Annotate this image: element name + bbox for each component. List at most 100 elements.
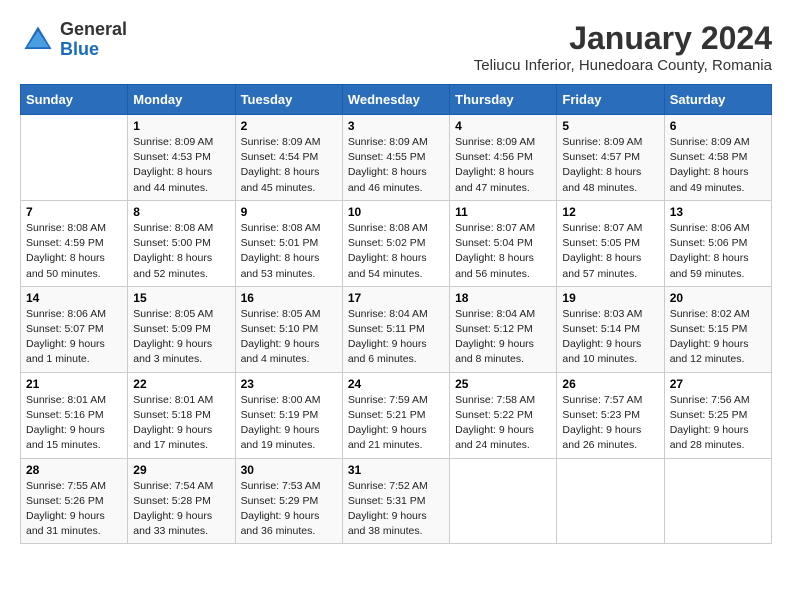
day-number: 31 (348, 463, 444, 477)
day-info: Sunrise: 8:04 AMSunset: 5:12 PMDaylight:… (455, 307, 551, 368)
day-info: Sunrise: 8:09 AMSunset: 4:58 PMDaylight:… (670, 135, 766, 196)
day-cell (557, 458, 664, 544)
day-cell: 14Sunrise: 8:06 AMSunset: 5:07 PMDayligh… (21, 286, 128, 372)
day-number: 2 (241, 119, 337, 133)
day-number: 5 (562, 119, 658, 133)
day-cell: 4 Sunrise: 8:09 AMSunset: 4:56 PMDaylight… (450, 115, 557, 201)
day-info: Sunrise: 8:06 AMSunset: 5:07 PMDaylight:… (26, 307, 122, 368)
day-cell (21, 115, 128, 201)
day-cell: 25 Sunrise: 7:58 AMSunset: 5:22 PMDayligh… (450, 372, 557, 458)
title-area: January 2024 Teliucu Inferior, Hunedoara… (474, 20, 772, 74)
day-cell: 3 Sunrise: 8:09 AMSunset: 4:55 PMDaylight… (342, 115, 449, 201)
day-info: Sunrise: 8:09 AMSunset: 4:53 PMDaylight:… (133, 135, 229, 196)
day-info: Sunrise: 8:09 AMSunset: 4:57 PMDaylight:… (562, 135, 658, 196)
day-info: Sunrise: 8:07 AMSunset: 5:05 PMDaylight:… (562, 221, 658, 282)
day-info: Sunrise: 8:01 AMSunset: 5:18 PMDaylight:… (133, 393, 229, 454)
header-day: Saturday (664, 85, 771, 115)
week-row: 1 Sunrise: 8:09 AMSunset: 4:53 PMDaylight… (21, 115, 772, 201)
day-number: 29 (133, 463, 229, 477)
day-cell: 5 Sunrise: 8:09 AMSunset: 4:57 PMDaylight… (557, 115, 664, 201)
day-cell: 13 Sunrise: 8:06 AMSunset: 5:06 PMDayligh… (664, 200, 771, 286)
calendar-table: SundayMondayTuesdayWednesdayThursdayFrid… (20, 84, 772, 544)
day-cell: 22 Sunrise: 8:01 AMSunset: 5:18 PMDayligh… (128, 372, 235, 458)
day-number: 30 (241, 463, 337, 477)
day-number: 15 (133, 291, 229, 305)
day-cell: 6 Sunrise: 8:09 AMSunset: 4:58 PMDaylight… (664, 115, 771, 201)
day-number: 12 (562, 205, 658, 219)
header-day: Wednesday (342, 85, 449, 115)
day-number: 7 (26, 205, 122, 219)
month-title: January 2024 (474, 20, 772, 57)
day-cell: 19 Sunrise: 8:03 AMSunset: 5:14 PMDayligh… (557, 286, 664, 372)
day-cell: 18 Sunrise: 8:04 AMSunset: 5:12 PMDayligh… (450, 286, 557, 372)
day-cell: 9Sunrise: 8:08 AMSunset: 5:01 PMDaylight… (235, 200, 342, 286)
day-number: 18 (455, 291, 551, 305)
day-cell: 7Sunrise: 8:08 AMSunset: 4:59 PMDaylight… (21, 200, 128, 286)
day-info: Sunrise: 7:57 AMSunset: 5:23 PMDaylight:… (562, 393, 658, 454)
day-number: 17 (348, 291, 444, 305)
day-cell: 10Sunrise: 8:08 AMSunset: 5:02 PMDayligh… (342, 200, 449, 286)
day-number: 22 (133, 377, 229, 391)
location-title: Teliucu Inferior, Hunedoara County, Roma… (474, 57, 772, 74)
day-number: 24 (348, 377, 444, 391)
header-day: Thursday (450, 85, 557, 115)
day-info: Sunrise: 7:54 AMSunset: 5:28 PMDaylight:… (133, 479, 229, 540)
page-header: General Blue January 2024 Teliucu Inferi… (20, 20, 772, 74)
day-cell: 26 Sunrise: 7:57 AMSunset: 5:23 PMDayligh… (557, 372, 664, 458)
day-info: Sunrise: 7:58 AMSunset: 5:22 PMDaylight:… (455, 393, 551, 454)
day-cell: 24 Sunrise: 7:59 AMSunset: 5:21 PMDayligh… (342, 372, 449, 458)
logo-blue: Blue (60, 40, 127, 60)
logo-icon (20, 22, 56, 58)
logo: General Blue (20, 20, 127, 60)
day-info: Sunrise: 8:03 AMSunset: 5:14 PMDaylight:… (562, 307, 658, 368)
day-number: 6 (670, 119, 766, 133)
day-cell: 8 Sunrise: 8:08 AMSunset: 5:00 PMDaylight… (128, 200, 235, 286)
day-cell: 28 Sunrise: 7:55 AMSunset: 5:26 PMDayligh… (21, 458, 128, 544)
day-info: Sunrise: 8:09 AMSunset: 4:56 PMDaylight:… (455, 135, 551, 196)
day-info: Sunrise: 7:59 AMSunset: 5:21 PMDaylight:… (348, 393, 444, 454)
day-cell: 21 Sunrise: 8:01 AMSunset: 5:16 PMDayligh… (21, 372, 128, 458)
day-cell: 17 Sunrise: 8:04 AMSunset: 5:11 PMDayligh… (342, 286, 449, 372)
week-row: 28 Sunrise: 7:55 AMSunset: 5:26 PMDayligh… (21, 458, 772, 544)
day-number: 25 (455, 377, 551, 391)
day-number: 28 (26, 463, 122, 477)
day-info: Sunrise: 8:05 AMSunset: 5:10 PMDaylight:… (241, 307, 337, 368)
day-cell (450, 458, 557, 544)
day-number: 8 (133, 205, 229, 219)
day-info: Sunrise: 8:06 AMSunset: 5:06 PMDaylight:… (670, 221, 766, 282)
day-info: Sunrise: 8:04 AMSunset: 5:11 PMDaylight:… (348, 307, 444, 368)
day-cell: 2Sunrise: 8:09 AMSunset: 4:54 PMDaylight… (235, 115, 342, 201)
day-cell: 31Sunrise: 7:52 AMSunset: 5:31 PMDayligh… (342, 458, 449, 544)
day-number: 3 (348, 119, 444, 133)
day-cell: 11 Sunrise: 8:07 AMSunset: 5:04 PMDayligh… (450, 200, 557, 286)
day-info: Sunrise: 8:08 AMSunset: 5:02 PMDaylight:… (348, 221, 444, 282)
day-number: 27 (670, 377, 766, 391)
day-number: 4 (455, 119, 551, 133)
day-cell: 1 Sunrise: 8:09 AMSunset: 4:53 PMDaylight… (128, 115, 235, 201)
day-info: Sunrise: 8:01 AMSunset: 5:16 PMDaylight:… (26, 393, 122, 454)
day-info: Sunrise: 7:55 AMSunset: 5:26 PMDaylight:… (26, 479, 122, 540)
day-cell: 12 Sunrise: 8:07 AMSunset: 5:05 PMDayligh… (557, 200, 664, 286)
logo-general: General (60, 20, 127, 40)
day-info: Sunrise: 8:05 AMSunset: 5:09 PMDaylight:… (133, 307, 229, 368)
day-cell: 16 Sunrise: 8:05 AMSunset: 5:10 PMDayligh… (235, 286, 342, 372)
day-cell: 23Sunrise: 8:00 AMSunset: 5:19 PMDayligh… (235, 372, 342, 458)
day-cell: 15 Sunrise: 8:05 AMSunset: 5:09 PMDayligh… (128, 286, 235, 372)
day-number: 16 (241, 291, 337, 305)
day-info: Sunrise: 8:02 AMSunset: 5:15 PMDaylight:… (670, 307, 766, 368)
day-number: 19 (562, 291, 658, 305)
day-cell: 30Sunrise: 7:53 AMSunset: 5:29 PMDayligh… (235, 458, 342, 544)
day-number: 13 (670, 205, 766, 219)
day-number: 1 (133, 119, 229, 133)
day-info: Sunrise: 8:07 AMSunset: 5:04 PMDaylight:… (455, 221, 551, 282)
day-info: Sunrise: 7:56 AMSunset: 5:25 PMDaylight:… (670, 393, 766, 454)
week-row: 21 Sunrise: 8:01 AMSunset: 5:16 PMDayligh… (21, 372, 772, 458)
day-info: Sunrise: 8:00 AMSunset: 5:19 PMDaylight:… (241, 393, 337, 454)
day-number: 26 (562, 377, 658, 391)
day-info: Sunrise: 8:08 AMSunset: 5:00 PMDaylight:… (133, 221, 229, 282)
day-info: Sunrise: 8:09 AMSunset: 4:55 PMDaylight:… (348, 135, 444, 196)
day-number: 21 (26, 377, 122, 391)
day-number: 20 (670, 291, 766, 305)
day-number: 9 (241, 205, 337, 219)
day-number: 11 (455, 205, 551, 219)
